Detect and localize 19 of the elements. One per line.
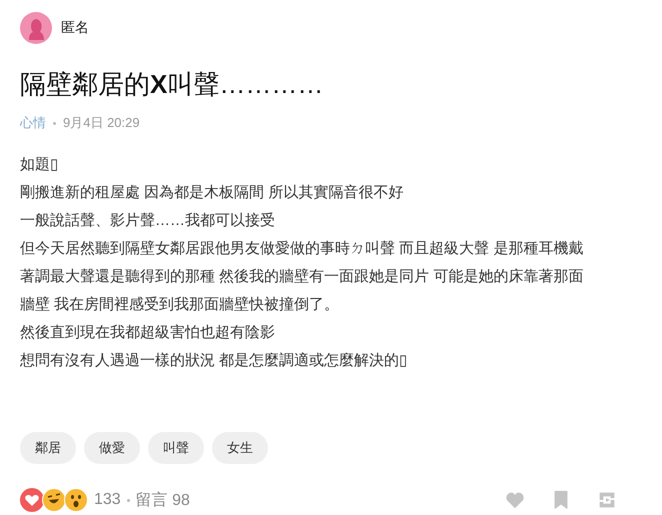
tag-chip[interactable]: 叫聲 [148, 432, 204, 464]
author-name: 匿名 [61, 19, 89, 37]
avatar-icon [20, 12, 52, 44]
comment-count: 留言 98 [136, 490, 190, 510]
tag-chip[interactable]: 做愛 [84, 432, 140, 464]
body-paragraph: 如題▯ [20, 155, 59, 175]
body-paragraph: 剛搬進新的租屋處 因為都是木板隔間 所以其實隔音很不好 [20, 183, 404, 203]
laughing-face-icon [42, 488, 66, 512]
surprised-face-icon [64, 488, 88, 512]
tag-chip[interactable]: 鄰居 [20, 432, 76, 464]
post-title: 隔壁鄰居的X叫聲………… [20, 68, 324, 101]
post-date: 9月4日 20:29 [63, 114, 140, 132]
body-paragraph: 想問有沒有人遇過一樣的狀況 都是怎麼調適或怎麼解決的▯ [20, 351, 408, 371]
heart-reaction-icon [20, 488, 44, 512]
tag-chip[interactable]: 女生 [212, 432, 268, 464]
body-paragraph: 然後直到現在我都超級害怕也超有陰影 [20, 323, 276, 343]
body-paragraph: 一般說話聲、影片聲……我都可以接受 [20, 211, 276, 231]
body-paragraph: 但今天居然聽到隔壁女鄰居跟他男友做愛做的事時ㄉ叫聲 而且超級大聲 是那種耳機戴著調最大聲還是聽得到的那種 然後我的牆壁有一面跟她是同片 可能是她的床靠著那面牆壁 我在房間裡感受到我那面牆壁快被撞倒了。 [20, 239, 584, 315]
reaction-count: 133 [94, 491, 121, 509]
